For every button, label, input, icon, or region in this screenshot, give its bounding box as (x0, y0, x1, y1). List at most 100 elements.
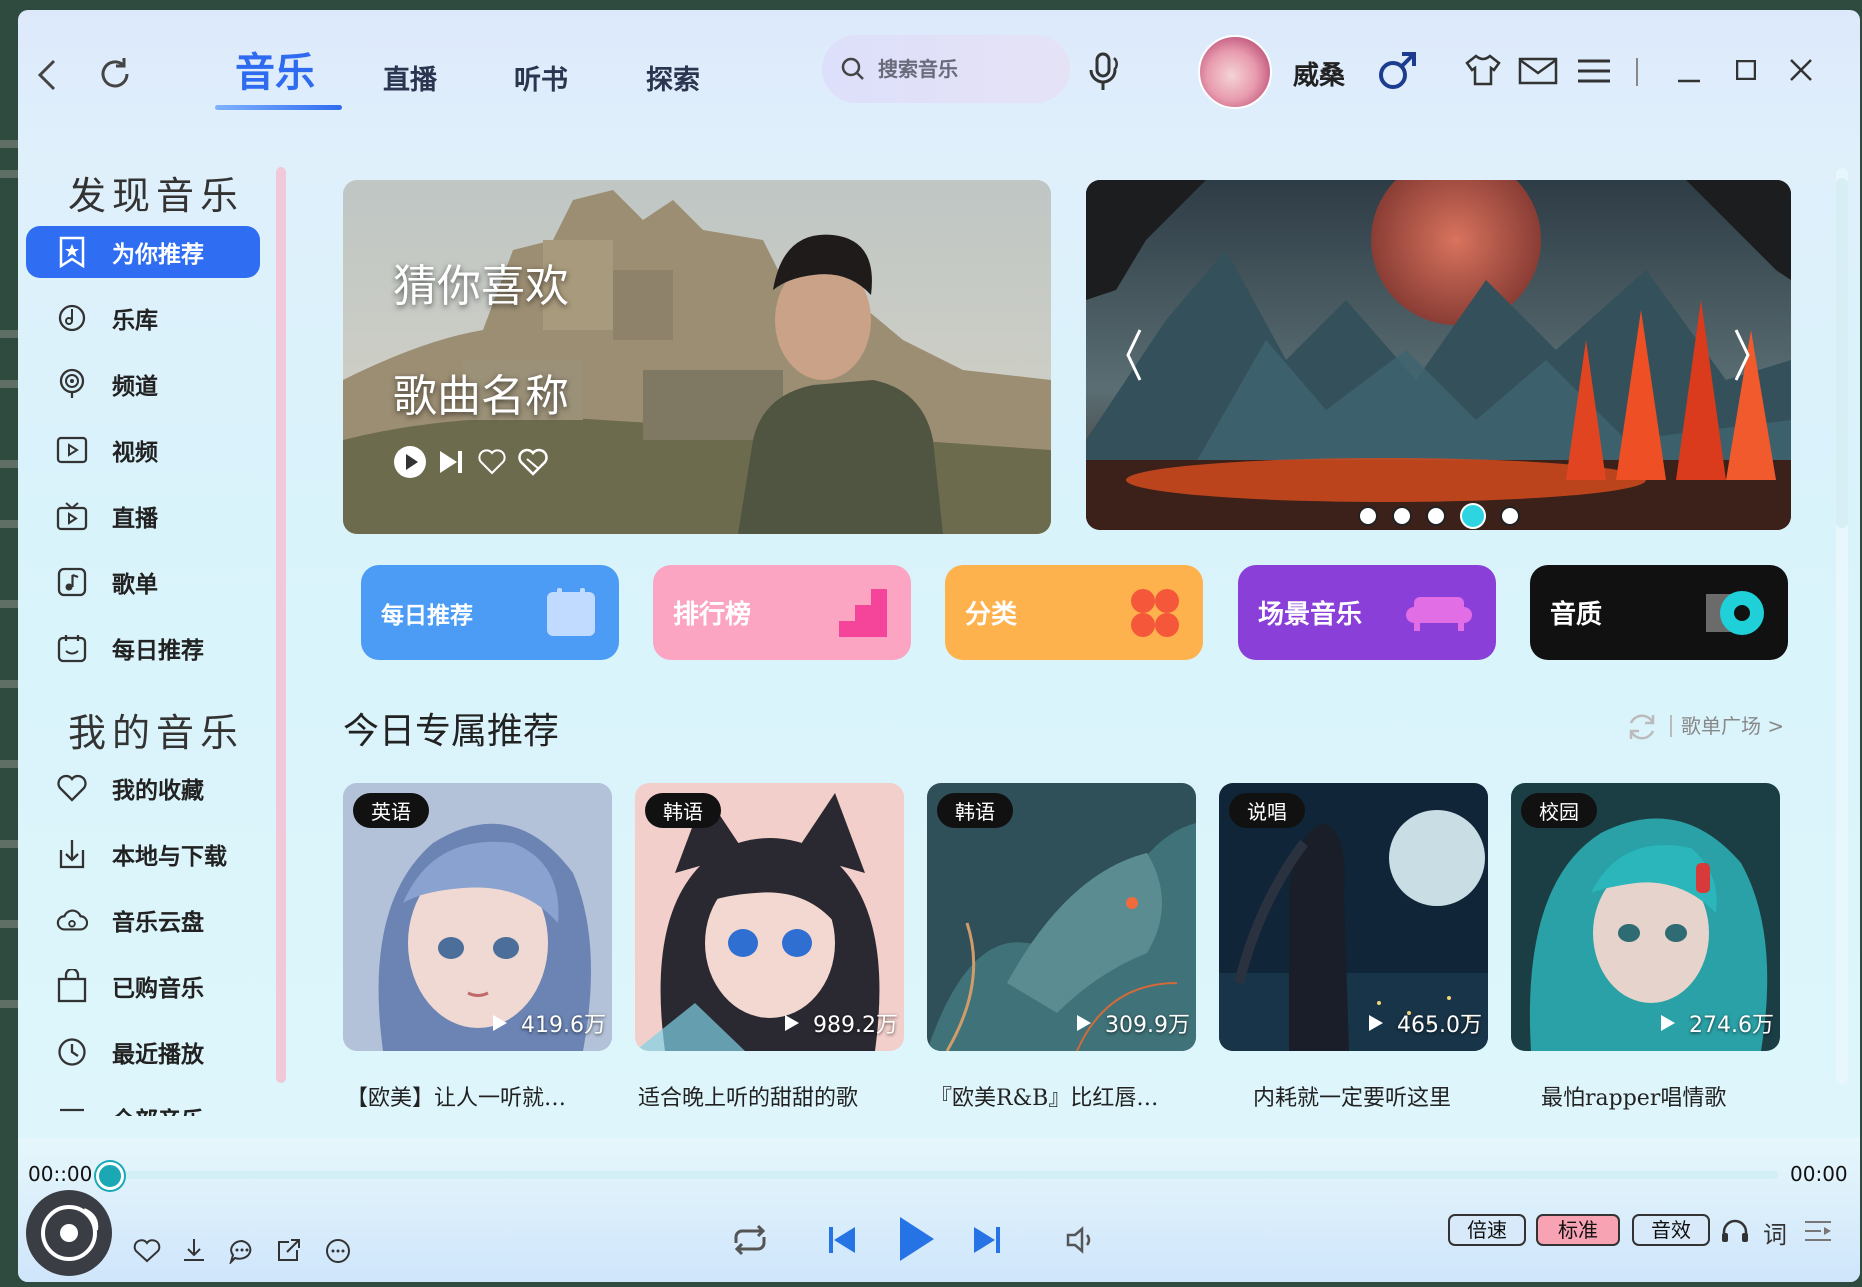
quick-card-charts[interactable]: 排行榜 (653, 565, 911, 660)
sidebar-item-daily[interactable]: 每日推荐 (26, 622, 260, 674)
sidebar-item-label: 我的收藏 (112, 778, 204, 804)
carousel-next-icon[interactable] (1734, 328, 1750, 382)
sidebar-item-label: 音乐云盘 (112, 910, 204, 936)
main-scrollbar[interactable] (1836, 168, 1848, 1084)
sidebar-item-recommended[interactable]: 为你推荐 (26, 226, 260, 278)
sidebar-item-purchased[interactable]: 已购音乐 (26, 960, 260, 1012)
headphones-icon[interactable] (1720, 1217, 1750, 1245)
comment-icon[interactable] (228, 1238, 256, 1264)
quick-card-scene-music[interactable]: 场景音乐 (1238, 565, 1496, 660)
maximize-button[interactable] (1735, 59, 1757, 84)
playlist-title[interactable]: 【欧美】让人一听就… (346, 1080, 621, 1112)
tab-explore[interactable]: 探索 (646, 58, 700, 97)
sidebar-item-library[interactable]: 乐库 (26, 292, 260, 344)
carousel-banner[interactable] (1086, 180, 1791, 530)
video-play-icon (56, 434, 88, 466)
refresh-button[interactable] (96, 55, 134, 97)
sidebar-item-favorites[interactable]: 我的收藏 (26, 762, 260, 814)
sidebar-item-channel[interactable]: 频道 (26, 358, 260, 410)
playlist-square-link[interactable]: 歌单广场 > (1681, 710, 1784, 739)
quick-card-sound-quality[interactable]: 音质 (1530, 565, 1788, 660)
playlist-title[interactable]: 最怕rapper唱情歌 (1541, 1080, 1816, 1112)
carousel-dots (1358, 503, 1520, 529)
playlist-card[interactable]: 韩语 989.2万 (635, 783, 904, 1051)
back-button[interactable] (36, 58, 60, 96)
play-count-value: 419.6万 (521, 1013, 606, 1038)
repeat-icon[interactable] (730, 1223, 770, 1257)
close-button[interactable] (1790, 59, 1812, 85)
guess-you-like-banner[interactable]: 猜你喜欢 歌曲名称 (343, 180, 1051, 534)
sidebar-item-recent[interactable]: 最近播放 (26, 1026, 260, 1078)
next-song-icon[interactable] (437, 447, 467, 477)
like-icon[interactable] (133, 1238, 161, 1264)
carousel-dot[interactable] (1500, 506, 1520, 526)
carousel-dot[interactable] (1392, 506, 1412, 526)
playlist-card[interactable]: 校园 274.6万 (1511, 783, 1780, 1051)
skin-shirt-icon[interactable] (1464, 53, 1502, 91)
sidebar-item-cloud[interactable]: 音乐云盘 (26, 894, 260, 946)
carousel-dot[interactable] (1358, 506, 1378, 526)
refresh-icon[interactable] (1625, 710, 1659, 744)
play-button[interactable] (898, 1215, 936, 1263)
next-track-icon[interactable] (973, 1225, 1001, 1255)
like-outline-icon[interactable] (477, 447, 507, 477)
total-time: 00:00 (1790, 1162, 1848, 1186)
heart-icon (56, 772, 88, 804)
sidebar-item-live[interactable]: 直播 (26, 490, 260, 542)
playlist-tag: 韩语 (937, 793, 1013, 828)
sound-effect-button[interactable]: 音效 (1632, 1214, 1710, 1246)
main-scrollbar-thumb[interactable] (1836, 178, 1848, 528)
playlist-queue-icon[interactable] (1803, 1217, 1833, 1245)
sidebar-item-all-music[interactable]: 全部音乐 (26, 1092, 260, 1116)
sidebar-item-label: 直播 (112, 506, 158, 532)
share-icon[interactable] (276, 1237, 302, 1263)
playlist-title[interactable]: 内耗就一定要听这里 (1253, 1080, 1528, 1112)
previous-track-icon[interactable] (828, 1225, 856, 1255)
star-bookmark-icon (56, 236, 88, 268)
playlist-title[interactable]: 适合晚上听的甜甜的歌 (638, 1080, 913, 1112)
quick-card-daily[interactable]: 每日推荐 (361, 565, 619, 660)
heart-broken-icon[interactable] (517, 447, 549, 477)
my-music-heading: 我的音乐 (68, 711, 245, 755)
sidebar-item-label: 全部音乐 (112, 1101, 204, 1116)
lyrics-button[interactable]: 词 (1763, 1215, 1787, 1250)
quick-card-label: 音质 (1550, 600, 1603, 630)
search-input[interactable] (876, 56, 1050, 82)
quick-card-category[interactable]: 分类 (945, 565, 1203, 660)
playlist-card[interactable]: 说唱 465.0万 (1219, 783, 1488, 1051)
playlist-card[interactable]: 英语 419.6万 (343, 783, 612, 1051)
mail-icon[interactable] (1518, 57, 1558, 89)
album-disc[interactable] (26, 1190, 112, 1276)
sidebar-item-label: 本地与下载 (112, 844, 227, 870)
sidebar-scrollbar[interactable] (276, 167, 286, 1083)
playlist-card[interactable]: 韩语 309.9万 (927, 783, 1196, 1051)
shopping-bag-icon (56, 969, 88, 1003)
sidebar-item-playlist[interactable]: 歌单 (26, 556, 260, 608)
sidebar-item-video[interactable]: 视频 (26, 424, 260, 476)
minimize-button[interactable] (1678, 68, 1700, 87)
username[interactable]: 威桑 (1293, 55, 1345, 92)
sidebar-item-local-download[interactable]: 本地与下载 (26, 828, 260, 880)
more-icon[interactable] (325, 1238, 351, 1264)
carousel-prev-icon[interactable] (1126, 328, 1142, 382)
download-icon[interactable] (181, 1237, 207, 1263)
carousel-dot[interactable] (1426, 506, 1446, 526)
carousel-dot-active[interactable] (1460, 503, 1486, 529)
search-box[interactable] (822, 35, 1070, 103)
tab-live[interactable]: 直播 (383, 58, 437, 97)
progress-knob[interactable] (96, 1162, 124, 1190)
music-disc-icon (56, 302, 88, 334)
calendar-icon (56, 632, 88, 664)
volume-icon[interactable] (1065, 1225, 1097, 1255)
playlist-title[interactable]: 『欧美R&B』比红唇… (930, 1080, 1205, 1112)
progress-track[interactable] (113, 1171, 1778, 1179)
quality-button[interactable]: 标准 (1536, 1214, 1620, 1246)
play-circle-icon[interactable] (393, 445, 427, 479)
menu-icon[interactable] (1578, 58, 1610, 88)
play-count-value: 465.0万 (1397, 1013, 1482, 1038)
avatar[interactable] (1198, 35, 1272, 109)
voice-search-button[interactable] (1086, 50, 1122, 98)
tab-audiobook[interactable]: 听书 (514, 58, 568, 97)
tab-music[interactable]: 音乐 (235, 40, 315, 98)
speed-button[interactable]: 倍速 (1448, 1214, 1526, 1246)
